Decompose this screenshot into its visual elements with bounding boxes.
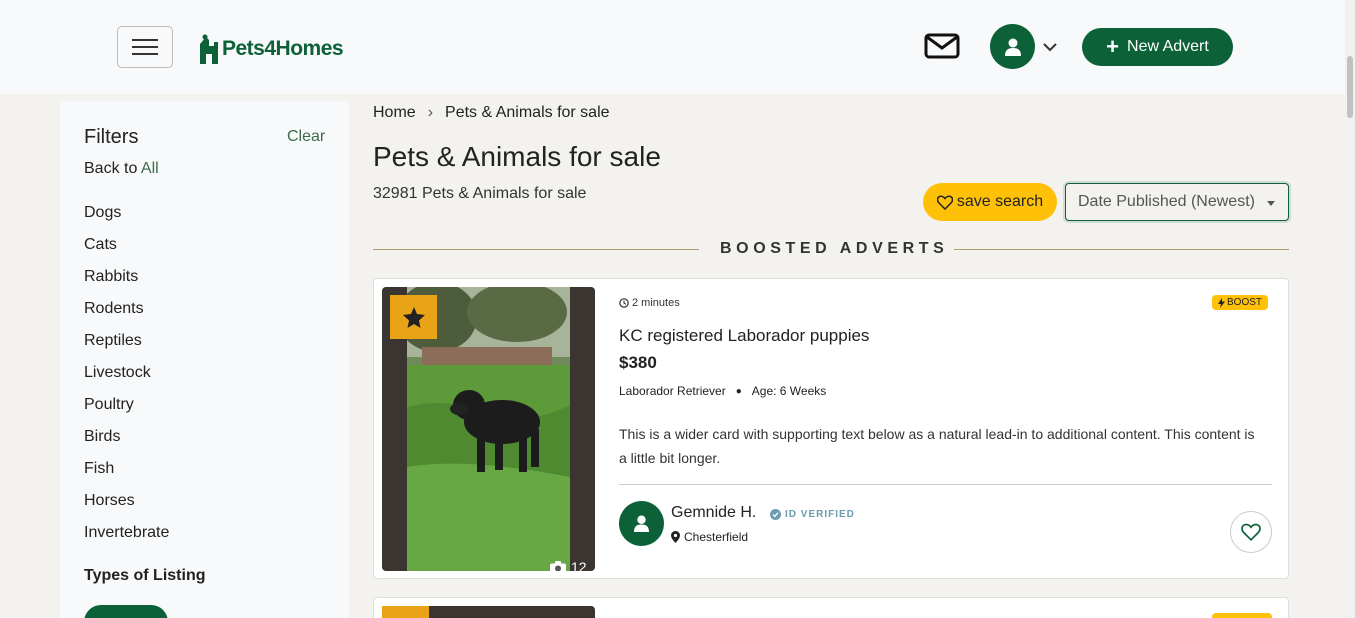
category-item-birds[interactable]: Birds xyxy=(84,426,169,458)
category-item-dogs[interactable]: Dogs xyxy=(84,202,169,234)
map-pin-icon xyxy=(671,531,680,543)
caret-down-icon xyxy=(1267,201,1275,206)
boost-badge-label: BOOST xyxy=(1227,297,1263,308)
page-title: Pets & Animals for sale xyxy=(373,141,661,172)
plus-icon: + xyxy=(1106,34,1120,59)
sort-select[interactable]: Date Published (Newest) xyxy=(1065,183,1289,221)
back-to-all: Back to All xyxy=(84,160,159,178)
top-header: Pets4Homes + New Advert xyxy=(0,0,1345,94)
mail-icon[interactable] xyxy=(924,32,960,65)
listing-meta: Laborador Retriever ● Age: 6 Weeks xyxy=(619,384,826,398)
breadcrumb-home[interactable]: Home xyxy=(373,104,416,122)
seller-location: Chesterfield xyxy=(671,530,748,544)
user-icon xyxy=(634,515,649,532)
heart-icon xyxy=(1241,523,1261,541)
page-scrollbar[interactable] xyxy=(1345,0,1355,618)
featured-star-badge xyxy=(382,606,429,618)
category-item-fish[interactable]: Fish xyxy=(84,458,169,490)
hamburger-line xyxy=(132,39,158,41)
category-item-reptiles[interactable]: Reptiles xyxy=(84,330,169,362)
back-to-prefix: Back to xyxy=(84,160,138,177)
boost-badge: BOOST xyxy=(1212,295,1269,310)
breadcrumb-separator: › xyxy=(427,104,434,121)
featured-star-badge xyxy=(390,295,437,339)
listing-time-value: 2 minutes xyxy=(632,297,680,309)
category-item-cats[interactable]: Cats xyxy=(84,234,169,266)
category-item-invertebrate[interactable]: Invertebrate xyxy=(84,522,169,554)
listing-price: $380 xyxy=(619,353,657,372)
filters-sidebar: Filters Clear Back to All Dogs Cats Rabb… xyxy=(60,101,349,618)
bullet-separator: ● xyxy=(735,385,742,397)
clock-icon xyxy=(619,298,629,308)
id-verified-label: ID VERIFIED xyxy=(785,509,855,520)
favourite-button[interactable] xyxy=(1230,511,1272,553)
save-search-button[interactable]: save search xyxy=(923,183,1057,221)
card-divider xyxy=(619,484,1272,485)
hamburger-line xyxy=(132,46,158,48)
id-verified-badge: ID VERIFIED xyxy=(770,509,855,520)
new-advert-button[interactable]: + New Advert xyxy=(1082,28,1233,66)
listing-type-pill[interactable] xyxy=(84,605,168,618)
photo-count-value: 12 xyxy=(571,559,587,571)
heart-icon xyxy=(936,195,953,210)
boosted-divider-left xyxy=(373,249,699,250)
seller-location-value: Chesterfield xyxy=(684,530,749,544)
new-advert-label: New Advert xyxy=(1127,38,1209,55)
listing-card[interactable] xyxy=(373,597,1289,618)
listing-title[interactable]: KC registered Laborador puppies xyxy=(619,326,869,346)
category-item-poultry[interactable]: Poultry xyxy=(84,394,169,426)
category-list: Dogs Cats Rabbits Rodents Reptiles Lives… xyxy=(84,202,169,554)
save-search-label: save search xyxy=(956,193,1044,210)
seller-avatar[interactable] xyxy=(619,501,664,546)
photo-count: 12 xyxy=(550,559,587,571)
boost-badge xyxy=(1212,613,1272,618)
clear-filters-link[interactable]: Clear xyxy=(287,128,325,146)
seller-name[interactable]: Gemnide H. xyxy=(671,504,756,522)
types-of-listing-title: Types of Listing xyxy=(84,567,206,584)
breadcrumb: Home › Pets & Animals for sale xyxy=(373,104,610,122)
verified-check-icon xyxy=(770,509,781,520)
result-count: 32981 Pets & Animals for sale xyxy=(373,185,587,202)
listing-photo[interactable]: 12 xyxy=(382,287,595,571)
listing-breed: Laborador Retriever xyxy=(619,384,726,398)
listing-age: Age: 6 Weeks xyxy=(751,384,827,398)
site-logo[interactable]: Pets4Homes xyxy=(196,33,344,65)
listing-time: 2 minutes xyxy=(619,297,680,309)
listing-description: This is a wider card with supporting tex… xyxy=(619,426,1255,466)
sort-select-value: Date Published (Newest) xyxy=(1078,193,1255,210)
category-item-horses[interactable]: Horses xyxy=(84,490,169,522)
user-icon xyxy=(1004,38,1021,56)
category-item-rabbits[interactable]: Rabbits xyxy=(84,266,169,298)
scrollbar-thumb[interactable] xyxy=(1347,56,1353,118)
back-to-all-link[interactable]: All xyxy=(141,160,159,177)
listing-card[interactable]: 12 2 minutes BOOST KC registered Laborad… xyxy=(373,278,1289,579)
menu-toggle-button[interactable] xyxy=(117,26,173,68)
boosted-divider-right xyxy=(954,249,1289,250)
lightning-icon xyxy=(1218,297,1225,308)
boosted-adverts-heading: BOOSTED ADVERTS xyxy=(720,240,949,257)
chevron-down-icon[interactable] xyxy=(1042,40,1058,58)
breadcrumb-current[interactable]: Pets & Animals for sale xyxy=(445,104,610,122)
user-menu-avatar[interactable] xyxy=(990,24,1035,69)
hamburger-line xyxy=(132,53,158,55)
star-icon xyxy=(402,306,425,328)
camera-icon xyxy=(550,560,566,571)
logo-text: Pets4Homes xyxy=(222,37,344,60)
logo-icon xyxy=(200,34,218,64)
category-item-livestock[interactable]: Livestock xyxy=(84,362,169,394)
filters-title: Filters xyxy=(84,126,139,148)
category-item-rodents[interactable]: Rodents xyxy=(84,298,169,330)
